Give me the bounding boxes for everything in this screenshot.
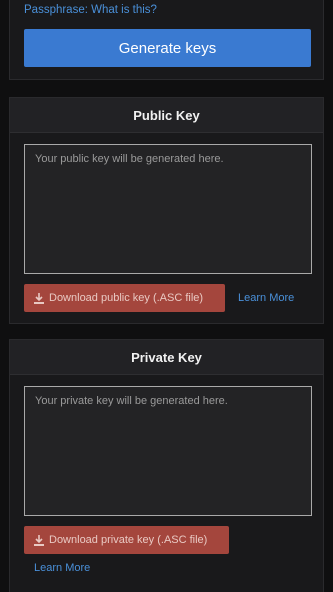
public-key-title: Public Key [10,98,323,133]
passphrase-help-link[interactable]: Passphrase: What is this? [24,4,157,16]
download-public-key-label: Download public key (.ASC file) [49,292,204,304]
download-private-key-label: Download private key (.ASC file) [49,534,208,546]
public-key-card: Public Key Your public key will be gener… [9,97,324,324]
download-icon [34,534,44,546]
download-icon [34,292,44,304]
public-key-textarea[interactable]: Your public key will be generated here. [24,144,312,274]
download-public-key-button[interactable]: Download public key (.ASC file) [24,284,225,312]
generate-keys-button[interactable]: Generate keys [24,29,311,67]
public-key-learn-more-link[interactable]: Learn More [238,292,294,304]
generate-section: Passphrase: What is this? Generate keys [9,0,324,80]
private-key-textarea[interactable]: Your private key will be generated here. [24,386,312,516]
app-frame: Passphrase: What is this? Generate keys … [0,0,333,592]
private-key-card: Private Key Your private key will be gen… [9,339,324,592]
private-key-learn-more-link[interactable]: Learn More [34,562,90,574]
download-private-key-button[interactable]: Download private key (.ASC file) [24,526,229,554]
private-key-title: Private Key [10,340,323,375]
